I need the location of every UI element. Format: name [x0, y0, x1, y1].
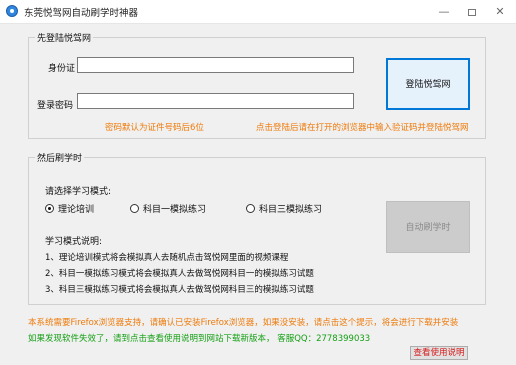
password-hint: 密码默认为证件号码后6位 [105, 123, 204, 133]
view-usage-button[interactable]: 查看使用说明 [410, 346, 468, 360]
minimize-button[interactable]: — [430, 0, 458, 23]
radio-subject3-practice[interactable]: 科目三模拟练习 [246, 202, 322, 215]
radio-label: 科目一模拟练习 [143, 205, 207, 215]
maximize-icon [468, 8, 476, 16]
auto-study-button[interactable]: 自动刷学时 [386, 201, 470, 253]
app-icon [6, 5, 18, 17]
password-input[interactable] [77, 93, 354, 109]
login-hint: 点击登陆后请在打开的浏览器中输入验证码并登陆悦驾网 [256, 123, 469, 133]
maximize-button[interactable] [458, 0, 486, 23]
close-button[interactable]: ✕ [486, 0, 514, 23]
study-group-legend: 然后刷学时 [35, 151, 85, 164]
update-notice: 如果发现软件失效了，请到点击查看使用说明到网站下载新版本， 客服QQ：27783… [28, 334, 371, 344]
firefox-install-notice[interactable]: 本系统需要Firefox浏览器支持，请确认已安装Firefox浏览器，如果没安装… [28, 316, 458, 328]
radio-label: 理论培训 [58, 205, 95, 215]
mode-description-line: 2、科目一模拟练习模式将会模拟真人去做驾悦网科目一的模拟练习试题 [45, 269, 314, 279]
mode-description-line: 3、科目三模拟练习模式将会模拟真人去做驾悦网科目三的模拟练习试题 [45, 285, 314, 295]
login-button[interactable]: 登陆悦驾网 [386, 58, 470, 110]
radio-unselected-icon [246, 204, 255, 213]
mode-prompt: 请选择学习模式: [45, 187, 112, 197]
radio-theory-training[interactable]: 理论培训 [45, 202, 94, 215]
radio-label: 科目三模拟练习 [259, 205, 323, 215]
minimize-icon: — [438, 5, 450, 18]
radio-unselected-icon [130, 204, 139, 213]
window-title: 东莞悦驾网自动刷学时神器 [24, 8, 139, 19]
password-label: 登录密码 [37, 101, 74, 111]
title-bar: 东莞悦驾网自动刷学时神器 — ✕ [0, 0, 516, 24]
radio-selected-icon [45, 204, 54, 213]
mode-description-title: 学习模式说明: [45, 237, 103, 247]
mode-description-line: 1、理论培训模式将会模拟真人去随机点击驾悦网里面的视频课程 [45, 253, 289, 263]
id-label: 身份证 [48, 64, 76, 74]
close-icon: ✕ [495, 5, 505, 18]
radio-subject1-practice[interactable]: 科目一模拟练习 [130, 202, 206, 215]
id-number-input[interactable] [77, 57, 354, 73]
login-group-legend: 先登陆悦驾网 [35, 31, 94, 44]
